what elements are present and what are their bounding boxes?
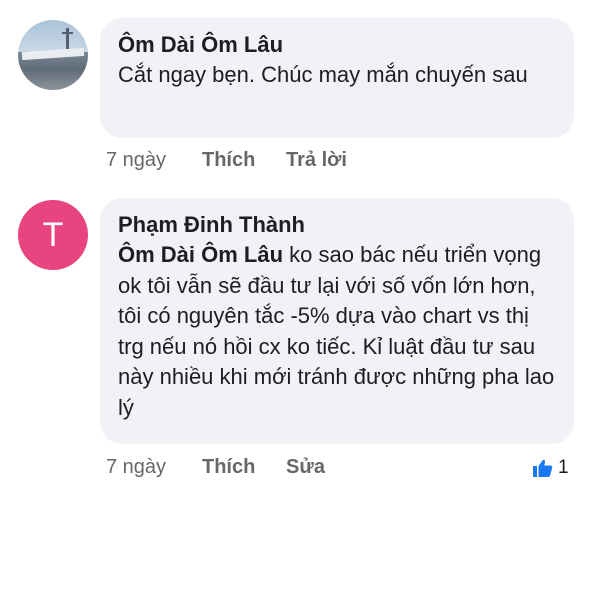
edit-button[interactable]: Sửa	[286, 455, 325, 479]
comment-text: Cắt ngay bẹn. Chúc may mắn chuyến sau	[118, 62, 528, 87]
comment-author[interactable]: Ôm Dài Ôm Lâu	[118, 30, 556, 60]
avatar[interactable]	[18, 20, 88, 90]
avatar[interactable]: T	[18, 200, 88, 270]
reaction-count: 1	[558, 457, 569, 478]
photo-detail	[62, 32, 73, 34]
comment-bubble: Ôm Dài Ôm Lâu Cắt ngay bẹn. Chúc may mắn…	[100, 18, 574, 138]
comment-author[interactable]: Phạm Đinh Thành	[118, 210, 556, 240]
comments-thread: Ôm Dài Ôm Lâu Cắt ngay bẹn. Chúc may mắn…	[0, 0, 600, 600]
reply-button[interactable]: Trả lời	[286, 148, 347, 172]
comment-actions: 7 ngày Thích Trả lời	[106, 148, 406, 174]
comment-timestamp[interactable]: 7 ngày	[106, 455, 166, 479]
comment-timestamp[interactable]: 7 ngày	[106, 148, 166, 172]
reaction-summary[interactable]: 1	[532, 455, 569, 481]
comment-bubble: Phạm Đinh Thành Ôm Dài Ôm Lâu ko sao bác…	[100, 198, 574, 444]
thumbs-up-icon	[533, 459, 553, 477]
comment-body: Ôm Dài Ôm Lâu ko sao bác nếu triển vọng …	[118, 240, 556, 423]
mention-link[interactable]: Ôm Dài Ôm Lâu	[118, 242, 283, 267]
like-button[interactable]: Thích	[202, 455, 255, 479]
photo-detail	[21, 47, 85, 61]
comment-text: ko sao bác nếu triển vọng ok tôi vẫn sẽ …	[118, 242, 555, 420]
avatar-letter: T	[42, 216, 64, 254]
like-button[interactable]: Thích	[202, 148, 255, 172]
comment-actions: 7 ngày Thích Sửa	[106, 455, 406, 481]
